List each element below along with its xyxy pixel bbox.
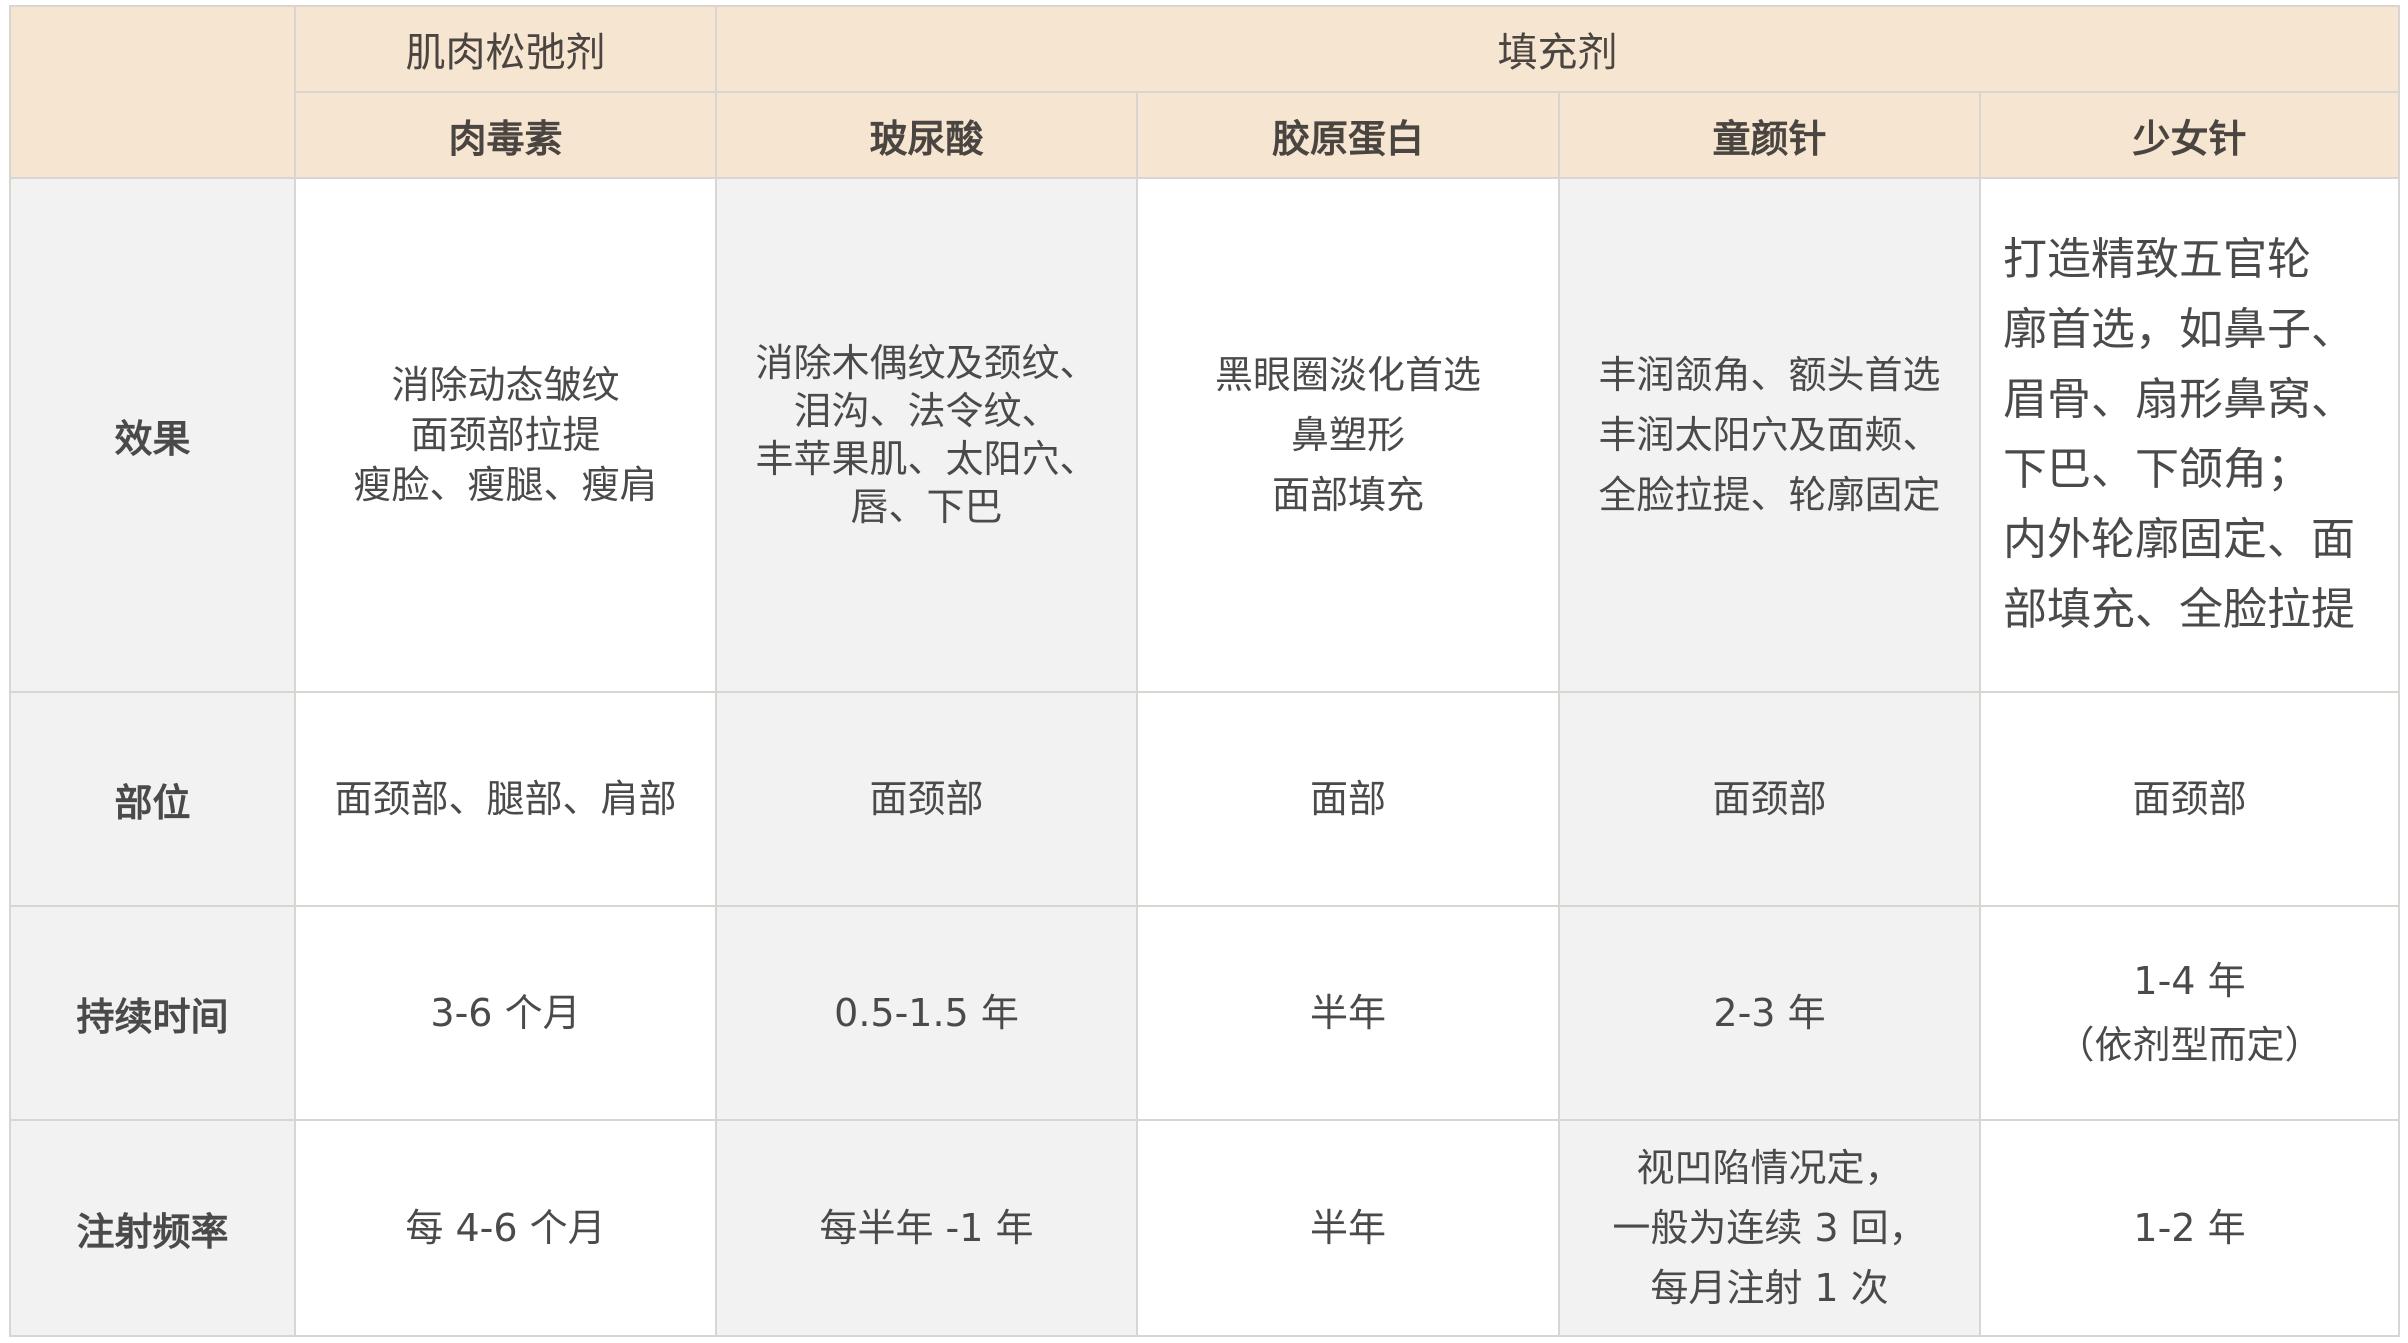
part-cell-sculptra: 面颈部 (1558, 691, 1981, 907)
row-label-frequency: 注射频率 (9, 1119, 296, 1337)
duration-cell-collagen: 半年 (1136, 905, 1560, 1121)
text-line: 消除动态皱纹 (391, 363, 620, 407)
product-header-collagen: 胶原蛋白 (1136, 91, 1560, 179)
comparison-table-container: 肌肉松弛剂 填充剂 肉毒素 玻尿酸 胶原蛋白 童颜针 少女针 效果 消除动态皱纹… (9, 5, 2400, 1337)
corner-header-cell (9, 5, 296, 179)
text-line: 1-2 年 (2133, 1206, 2246, 1250)
effect-cell-collagen: 黑眼圈淡化首选 鼻塑形 面部填充 (1136, 177, 1560, 693)
text-line: 2-3 年 (1713, 991, 1826, 1035)
comparison-table: 肌肉松弛剂 填充剂 肉毒素 玻尿酸 胶原蛋白 童颜针 少女针 效果 消除动态皱纹… (9, 5, 2400, 1337)
effect-cell-sculptra: 丰润颔角、额头首选 丰润太阳穴及面颊、 全脸拉提、轮廓固定 (1558, 177, 1981, 693)
text-line: 下巴、下颌角； (2003, 444, 2311, 495)
part-cell-ellanse: 面颈部 (1979, 691, 2400, 907)
text-line: 一般为连续 3 回， (1612, 1206, 1927, 1250)
text-line: 打造精致五官轮 (2003, 234, 2311, 285)
text-line: 3-6 个月 (430, 991, 581, 1035)
text-line: 0.5-1.5 年 (834, 991, 1019, 1035)
text-line: 廓首选，如鼻子、 (2003, 304, 2355, 355)
text-line: 全脸拉提、轮廓固定 (1598, 473, 1941, 517)
text-line: 面部填充 (1271, 473, 1424, 517)
text-line: 视凹陷情况定， (1636, 1146, 1903, 1190)
text-line: 消除木偶纹及颈纹、 (755, 341, 1098, 385)
frequency-cell-collagen: 半年 (1136, 1119, 1560, 1337)
effect-cell-ellanse: 打造精致五官轮 廓首选，如鼻子、 眉骨、扇形鼻窝、 下巴、下颌角； 内外轮廓固定… (1979, 177, 2400, 693)
text-line: 泪沟、法令纹、 (793, 389, 1060, 433)
text-line: 丰润颔角、额头首选 (1598, 353, 1941, 397)
row-label-duration: 持续时间 (9, 905, 296, 1121)
frequency-cell-ellanse: 1-2 年 (1979, 1119, 2400, 1337)
text-line: 半年 (1309, 991, 1386, 1035)
duration-cell-ellanse: 1-4 年 （依剂型而定） (1979, 905, 2400, 1121)
header-product-row: 肉毒素 玻尿酸 胶原蛋白 童颜针 少女针 (10, 91, 2400, 179)
text-line: 1-4 年 (2133, 959, 2246, 1003)
text-line: 丰润太阳穴及面颊、 (1598, 413, 1941, 457)
duration-cell-hyaluronic-acid: 0.5-1.5 年 (715, 905, 1138, 1121)
part-cell-collagen: 面部 (1136, 691, 1560, 907)
row-frequency: 注射频率 每 4-6 个月 每半年 -1 年 半年 视凹陷情况定， 一般为连续 … (9, 1119, 2400, 1337)
row-label-effect: 效果 (9, 177, 296, 693)
row-label-part: 部位 (9, 691, 296, 907)
duration-cell-botox: 3-6 个月 (294, 905, 717, 1121)
text-line: 面颈部拉提 (410, 413, 601, 457)
effect-cell-botox: 消除动态皱纹 面颈部拉提 瘦脸、瘦腿、瘦肩 (294, 177, 717, 693)
text-line: 部填充、全脸拉提 (2003, 584, 2355, 635)
part-cell-hyaluronic-acid: 面颈部 (715, 691, 1138, 907)
part-cell-botox: 面颈部、腿部、肩部 (294, 691, 717, 907)
row-effect: 效果 消除动态皱纹 面颈部拉提 瘦脸、瘦腿、瘦肩 消除木偶纹及颈纹、 泪沟、法令… (9, 177, 2400, 693)
header-group-row: 肌肉松弛剂 填充剂 (9, 5, 2400, 179)
text-line: 每月注射 1 次 (1650, 1266, 1889, 1310)
row-part: 部位 面颈部、腿部、肩部 面颈部 面部 面颈部 面颈部 (9, 691, 2400, 907)
product-header-hyaluronic-acid: 玻尿酸 (715, 91, 1138, 179)
text-line: 内外轮廓固定、面 (2003, 514, 2355, 565)
product-header-ellanse: 少女针 (1979, 91, 2400, 179)
product-header-sculptra: 童颜针 (1558, 91, 1981, 179)
product-header-botox: 肉毒素 (294, 91, 717, 179)
group-header-muscle-relaxant: 肌肉松弛剂 (294, 5, 717, 93)
frequency-cell-hyaluronic-acid: 每半年 -1 年 (715, 1119, 1138, 1337)
text-line: 唇、下巴 (850, 485, 1003, 529)
effect-cell-hyaluronic-acid: 消除木偶纹及颈纹、 泪沟、法令纹、 丰苹果肌、太阳穴、 唇、下巴 (715, 177, 1138, 693)
frequency-cell-botox: 每 4-6 个月 (294, 1119, 717, 1337)
group-header-filler: 填充剂 (715, 5, 2400, 93)
text-line: 丰苹果肌、太阳穴、 (755, 437, 1098, 481)
text-line: （依剂型而定） (2056, 1023, 2323, 1067)
text-line: 每 4-6 个月 (405, 1206, 606, 1250)
row-duration: 持续时间 3-6 个月 0.5-1.5 年 半年 2-3 年 1-4 年 （依剂… (9, 905, 2400, 1121)
text-line: 每半年 -1 年 (819, 1206, 1034, 1250)
text-line: 黑眼圈淡化首选 (1214, 353, 1481, 397)
text-line: 鼻塑形 (1290, 413, 1405, 457)
text-line: 瘦脸、瘦腿、瘦肩 (353, 463, 658, 507)
text-line: 半年 (1309, 1206, 1386, 1250)
frequency-cell-sculptra: 视凹陷情况定， 一般为连续 3 回， 每月注射 1 次 (1558, 1119, 1981, 1337)
duration-cell-sculptra: 2-3 年 (1558, 905, 1981, 1121)
text-line: 眉骨、扇形鼻窝、 (2003, 374, 2355, 425)
